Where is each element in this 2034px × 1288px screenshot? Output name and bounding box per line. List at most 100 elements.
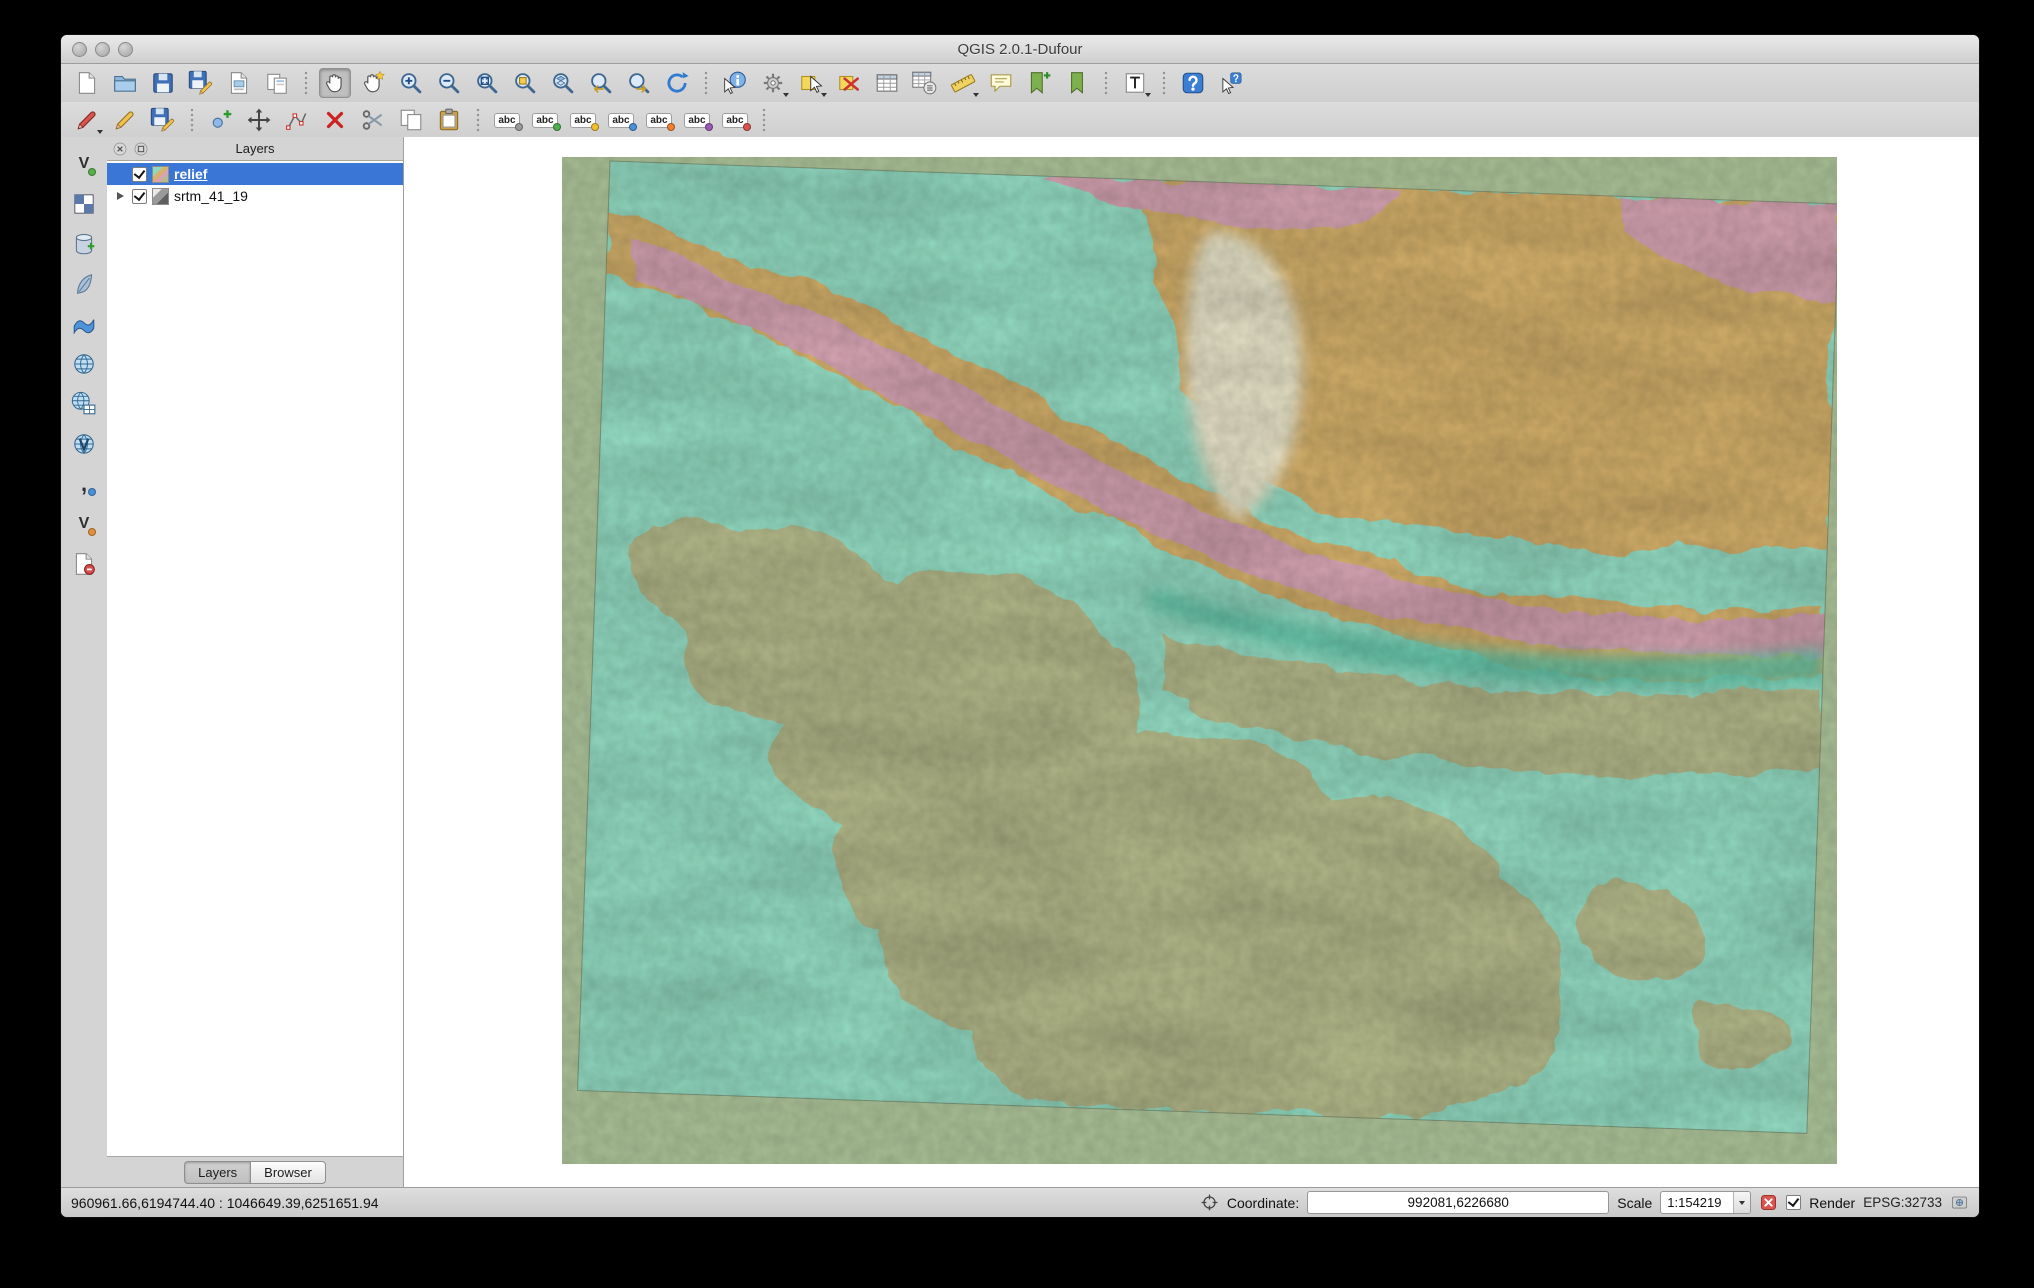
add-feature-button[interactable]	[205, 105, 237, 135]
remove-layer-button[interactable]	[68, 549, 100, 579]
add-spatialite-layer-button[interactable]	[68, 269, 100, 299]
toolbar-grip[interactable]	[475, 108, 481, 132]
add-wms-layer-button[interactable]	[68, 349, 100, 379]
layer-name[interactable]: srtm_41_19	[174, 188, 248, 204]
current-edits-button[interactable]	[71, 105, 103, 135]
add-wfs-layer-button[interactable]	[68, 429, 100, 459]
toolbar-row-2: abc abc abc abc abc abc abc	[61, 102, 1979, 139]
toolbar-grip[interactable]	[1161, 71, 1167, 95]
layer-visibility-checkbox[interactable]	[132, 167, 147, 182]
add-delimited-text-layer-button[interactable]: ,	[68, 469, 100, 499]
cut-features-button[interactable]	[357, 105, 389, 135]
add-wcs-layer-button[interactable]	[68, 389, 100, 419]
new-marker-icon	[88, 528, 96, 536]
layer-visibility-checkbox[interactable]	[132, 189, 147, 204]
add-postgis-layer-button[interactable]	[68, 229, 100, 259]
add-raster-layer-button[interactable]	[68, 189, 100, 219]
render-checkbox[interactable]	[1786, 1195, 1801, 1210]
zoom-out-button[interactable]	[433, 68, 465, 98]
show-bookmarks-button[interactable]	[1061, 68, 1093, 98]
refresh-map-button[interactable]	[661, 68, 693, 98]
open-project-icon	[112, 70, 138, 96]
zoom-full-button[interactable]	[471, 68, 503, 98]
field-calculator-button[interactable]	[909, 68, 941, 98]
layer-row-srtm[interactable]: srtm_41_19	[107, 185, 403, 207]
crs-status-icon[interactable]	[1950, 1193, 1969, 1212]
pan-map-button[interactable]	[319, 68, 351, 98]
open-project-button[interactable]	[109, 68, 141, 98]
mssql-layer-icon	[71, 311, 97, 337]
deselect-all-button[interactable]	[833, 68, 865, 98]
map-view[interactable]	[562, 157, 1837, 1164]
expand-arrow-icon[interactable]	[117, 192, 124, 200]
panel-close-icon[interactable]	[112, 141, 128, 157]
move-marker-icon	[667, 123, 675, 131]
measure-button[interactable]	[947, 68, 979, 98]
new-shapefile-layer-button[interactable]: V	[68, 509, 100, 539]
add-mssql-layer-button[interactable]	[68, 309, 100, 339]
whats-this-button[interactable]	[1215, 68, 1247, 98]
scale-combo[interactable]: 1:154219	[1660, 1191, 1751, 1214]
toolbar-grip[interactable]	[1103, 71, 1109, 95]
paste-features-button[interactable]	[433, 105, 465, 135]
coordinate-input[interactable]	[1307, 1191, 1609, 1214]
zoom-to-layer-button[interactable]	[547, 68, 579, 98]
label-layer-button[interactable]: abc	[529, 105, 561, 135]
identify-features-button[interactable]	[719, 68, 751, 98]
zoom-next-button[interactable]	[623, 68, 655, 98]
copy-features-button[interactable]	[395, 105, 427, 135]
dropdown-arrow-icon	[821, 93, 827, 97]
layer-labeling-options-button[interactable]: abc	[491, 105, 523, 135]
zoom-in-button[interactable]	[395, 68, 427, 98]
stop-rendering-icon[interactable]	[1759, 1193, 1778, 1212]
rotate-label-button[interactable]: abc	[681, 105, 713, 135]
close-button[interactable]	[72, 42, 87, 57]
save-project-as-button[interactable]	[185, 68, 217, 98]
new-project-button[interactable]	[71, 68, 103, 98]
node-tool-button[interactable]	[281, 105, 313, 135]
abc-label-icon: abc	[646, 113, 671, 128]
text-annotation-button[interactable]	[1119, 68, 1151, 98]
toolbar-grip[interactable]	[703, 71, 709, 95]
new-print-composer-button[interactable]	[223, 68, 255, 98]
tab-layers[interactable]: Layers	[184, 1161, 250, 1184]
toolbar-grip[interactable]	[189, 108, 195, 132]
toggle-editing-icon	[112, 107, 138, 133]
delete-selected-button[interactable]	[319, 105, 351, 135]
title-bar[interactable]: QGIS 2.0.1-Dufour	[61, 35, 1979, 64]
select-features-button[interactable]	[795, 68, 827, 98]
wms-layer-icon	[71, 351, 97, 377]
spatialite-layer-icon	[71, 271, 97, 297]
tab-browser[interactable]: Browser	[250, 1161, 326, 1184]
layer-row-relief[interactable]: relief	[107, 163, 403, 185]
zoom-to-selection-button[interactable]	[509, 68, 541, 98]
run-feature-action-button[interactable]	[757, 68, 789, 98]
pin-labels-button[interactable]: abc	[567, 105, 599, 135]
help-contents-button[interactable]	[1177, 68, 1209, 98]
save-layer-edits-button[interactable]	[147, 105, 179, 135]
composer-manager-button[interactable]	[261, 68, 293, 98]
pan-to-selection-button[interactable]	[357, 68, 389, 98]
move-label-button[interactable]: abc	[643, 105, 675, 135]
toolbar-grip[interactable]	[761, 108, 767, 132]
open-attribute-table-button[interactable]	[871, 68, 903, 98]
zoom-to-selection-icon	[512, 70, 538, 96]
minimize-button[interactable]	[95, 42, 110, 57]
toggle-editing-button[interactable]	[109, 105, 141, 135]
zoom-button[interactable]	[118, 42, 133, 57]
map-tips-button[interactable]	[985, 68, 1017, 98]
layer-name[interactable]: relief	[174, 166, 207, 182]
new-bookmark-button[interactable]	[1023, 68, 1055, 98]
panel-float-icon[interactable]	[133, 141, 149, 157]
change-label-properties-button[interactable]: abc	[719, 105, 751, 135]
scale-dropdown-button[interactable]	[1733, 1192, 1750, 1213]
map-canvas[interactable]	[403, 137, 1979, 1187]
add-vector-layer-button[interactable]: V	[68, 149, 100, 179]
abc-label-icon: abc	[608, 113, 633, 128]
toolbar-grip[interactable]	[303, 71, 309, 95]
move-feature-button[interactable]	[243, 105, 275, 135]
highlight-pinned-labels-button[interactable]: abc	[605, 105, 637, 135]
whats-this-icon	[1218, 70, 1244, 96]
save-project-button[interactable]	[147, 68, 179, 98]
zoom-last-button[interactable]	[585, 68, 617, 98]
